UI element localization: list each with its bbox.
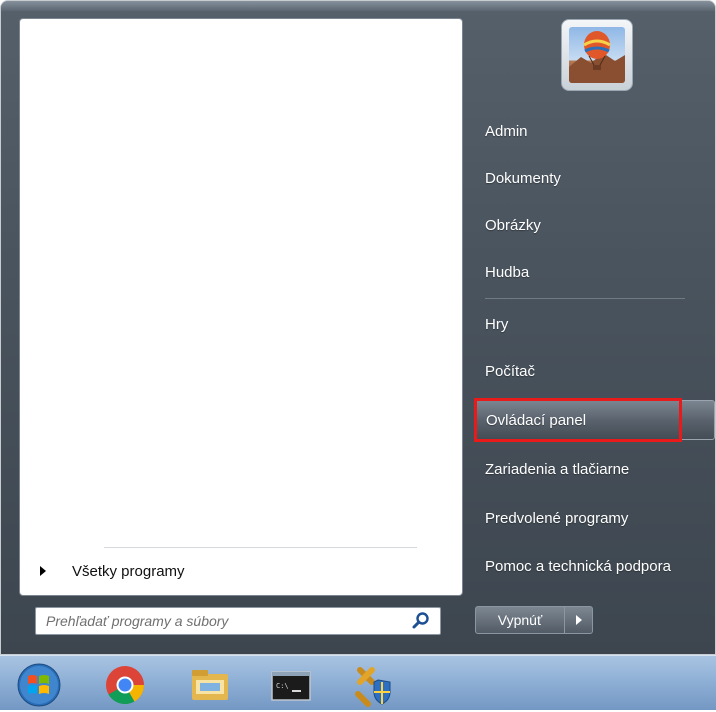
start-menu: Všetky programy Admin Doku — [0, 0, 716, 655]
search-box[interactable] — [35, 607, 441, 635]
user-avatar[interactable] — [561, 19, 633, 91]
menu-item-label: Hry — [485, 315, 509, 333]
menu-item-help-support[interactable]: Pomoc a technická podpora — [475, 546, 715, 586]
highlight-annotation-box — [474, 398, 682, 442]
taskbar: C:\ — [0, 655, 716, 710]
menu-item-label: Hudba — [485, 263, 530, 281]
menu-item-label: Počítač — [485, 362, 536, 380]
arrow-right-icon — [40, 566, 46, 576]
file-explorer-icon[interactable] — [188, 664, 230, 706]
menu-item-documents[interactable]: Dokumenty — [475, 158, 715, 198]
menu-item-default-programs[interactable]: Predvolené programy — [475, 498, 715, 538]
search-icon[interactable] — [410, 610, 432, 632]
menu-item-admin[interactable]: Admin — [475, 111, 715, 151]
menu-item-computer[interactable]: Počítač — [475, 351, 715, 391]
menu-item-label: Predvolené programy — [485, 509, 629, 527]
svg-text:C:\: C:\ — [276, 682, 289, 690]
menu-item-label: Admin — [485, 122, 528, 140]
menu-item-label: Zariadenia a tlačiarne — [485, 460, 630, 478]
shutdown-options-button[interactable] — [565, 606, 593, 634]
menu-item-devices-printers[interactable]: Zariadenia a tlačiarne — [475, 449, 715, 489]
right-separator — [485, 298, 685, 299]
programs-pane: Všetky programy — [19, 18, 463, 596]
menu-item-music[interactable]: Hudba — [475, 252, 715, 292]
all-programs-label: Všetky programy — [72, 562, 185, 580]
chrome-icon[interactable] — [104, 664, 146, 706]
shutdown-control: Vypnúť — [475, 606, 593, 634]
search-input[interactable] — [44, 609, 410, 633]
command-prompt-icon[interactable]: C:\ — [270, 664, 312, 706]
menu-item-label: Obrázky — [485, 216, 541, 234]
menu-item-games[interactable]: Hry — [475, 304, 715, 344]
arrow-right-icon — [575, 615, 582, 625]
hot-air-balloon-icon — [569, 27, 625, 83]
all-programs-button[interactable]: Všetky programy — [32, 553, 452, 589]
windows-start-orb-icon[interactable] — [16, 662, 61, 707]
menu-item-label: Pomoc a technická podpora — [485, 557, 671, 575]
menu-item-label: Dokumenty — [485, 169, 561, 187]
left-separator — [104, 547, 417, 548]
shutdown-button[interactable]: Vypnúť — [475, 606, 565, 634]
tools-shield-icon[interactable] — [352, 664, 394, 707]
menu-item-pictures[interactable]: Obrázky — [475, 205, 715, 245]
